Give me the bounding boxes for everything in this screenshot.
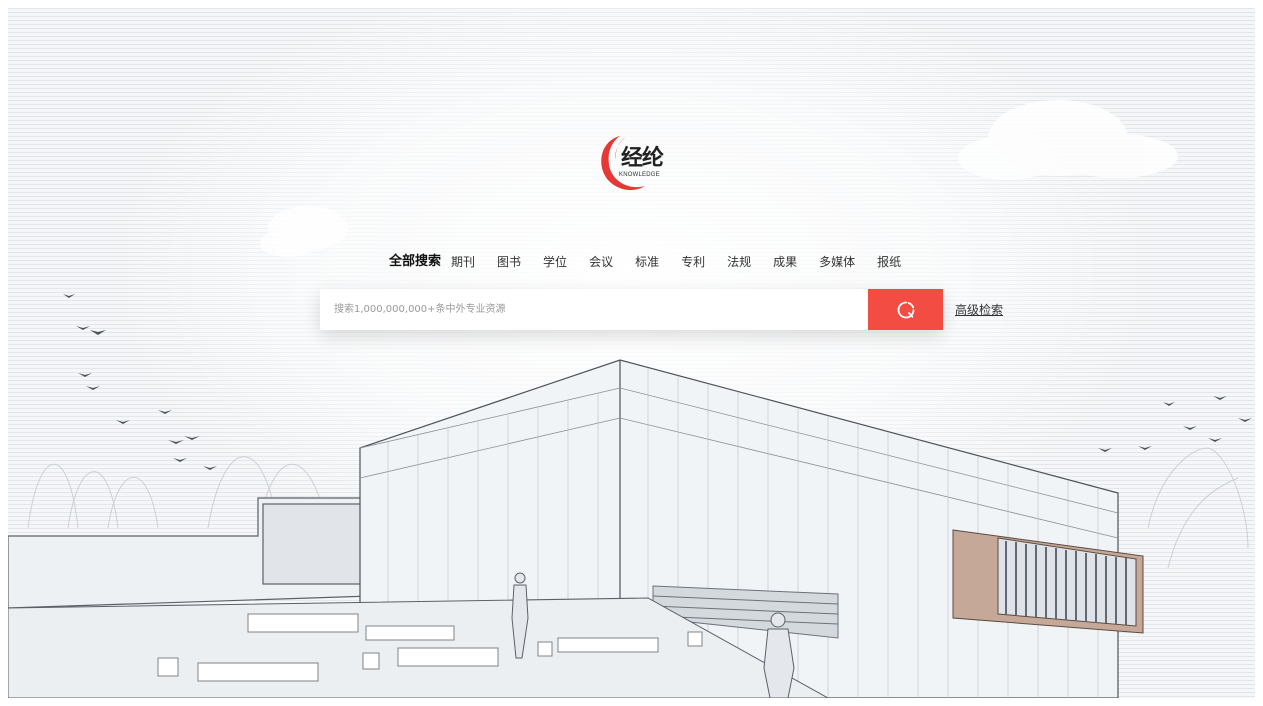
- advanced-search-link[interactable]: 高级检索: [955, 301, 1003, 319]
- search-button[interactable]: [868, 289, 943, 330]
- logo-subtitle: KNOWLEDGE: [619, 172, 660, 178]
- site-logo[interactable]: 经纶 KNOWLEDGE: [596, 133, 676, 195]
- tab-all-search[interactable]: 全部搜索: [389, 252, 441, 272]
- search-icon: [897, 301, 914, 318]
- tab-standards[interactable]: 标准: [635, 252, 659, 272]
- tab-patents[interactable]: 专利: [681, 252, 705, 272]
- tab-regulations[interactable]: 法规: [727, 252, 751, 272]
- tab-achievements[interactable]: 成果: [773, 252, 797, 272]
- search-input[interactable]: [320, 289, 868, 330]
- tab-multimedia[interactable]: 多媒体: [819, 252, 855, 272]
- logo-name: 经纶: [621, 146, 664, 171]
- search-bar: [320, 289, 943, 330]
- tab-journals[interactable]: 期刊: [451, 252, 475, 272]
- architecture-background: [8, 8, 1255, 698]
- search-home-page: 经纶 KNOWLEDGE 全部搜索 期刊 图书 学位 会议 标准 专利 法规 成…: [0, 0, 1263, 706]
- tab-books[interactable]: 图书: [497, 252, 521, 272]
- tab-conferences[interactable]: 会议: [589, 252, 613, 272]
- building-illustration: [8, 100, 1252, 698]
- tab-newspapers[interactable]: 报纸: [877, 252, 901, 272]
- search-category-tabs: 全部搜索 期刊 图书 学位 会议 标准 专利 法规 成果 多媒体 报纸: [389, 252, 901, 272]
- tab-degrees[interactable]: 学位: [543, 252, 567, 272]
